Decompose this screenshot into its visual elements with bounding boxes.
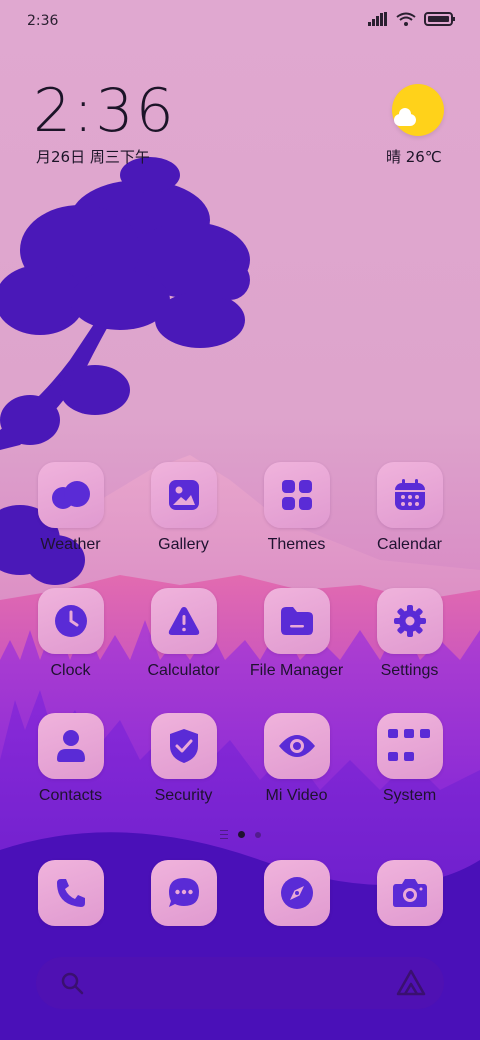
app-gallery-tile[interactable] [150,462,217,528]
app-label: Gallery [158,536,209,553]
app-themes[interactable]: Themes [240,462,353,554]
contacts-icon [56,730,85,762]
status-bar: 2:36 [0,0,480,44]
gallery-icon [168,480,199,510]
signal-icon [368,12,387,26]
eye-icon [278,735,315,757]
app-label: Clock [50,662,91,679]
dock-browser[interactable] [240,860,353,926]
weather-icon [51,481,90,509]
app-clock-tile[interactable] [37,588,104,654]
message-icon [168,878,199,907]
dock-camera[interactable] [353,860,466,926]
app-folder-system[interactable]: System [353,713,466,805]
app-label: Calendar [377,536,442,553]
page-dot-current[interactable] [237,831,245,838]
app-label: Mi Video [265,787,328,804]
clock-icon [54,605,87,637]
app-contacts-tile[interactable] [37,713,104,779]
themes-icon [281,480,312,510]
app-label: Settings [380,662,439,679]
app-label: Contacts [38,787,103,804]
app-weather-tile[interactable] [37,462,104,528]
search-bar[interactable] [36,957,444,1009]
camera-icon [392,879,427,907]
status-icons [368,12,456,26]
dock-phone[interactable] [14,860,127,926]
app-calendar[interactable]: Calendar [353,462,466,554]
calculator-icon [168,607,199,635]
app-file-manager[interactable]: File Manager [240,588,353,680]
app-label: Security [154,787,213,804]
clock-widget-time[interactable]: 2:36 [33,76,176,146]
app-gallery[interactable]: Gallery [127,462,240,554]
app-label: Themes [267,536,326,553]
app-weather[interactable]: Weather [14,462,127,554]
app-settings[interactable]: Settings [353,588,466,680]
app-themes-tile[interactable] [263,462,330,528]
app-folder-system-tile[interactable] [376,713,443,779]
wifi-icon [396,12,416,26]
app-file-manager-tile[interactable] [263,588,330,654]
cloud-icon [394,108,416,126]
shield-icon [169,729,198,763]
app-calculator-tile[interactable] [150,588,217,654]
app-security[interactable]: Security [127,713,240,805]
folder-grid-icon [387,729,430,761]
phone-icon [56,879,85,907]
battery-icon [424,12,455,26]
dock-messages[interactable] [127,860,240,926]
app-label: File Manager [249,662,344,679]
app-calculator[interactable]: Calculator [127,588,240,680]
weather-widget-text: 晴 26℃ [386,148,442,166]
home-screen: 2:36 2:36 月26日 周三下午 晴 26℃ Weather Galler… [0,0,480,1040]
app-label: Weather [40,536,101,553]
app-security-tile[interactable] [150,713,217,779]
gear-icon [393,605,426,637]
dock-messages-tile[interactable] [150,860,217,926]
app-mi-video[interactable]: Mi Video [240,713,353,805]
app-settings-tile[interactable] [376,588,443,654]
app-calendar-tile[interactable] [376,462,443,528]
clock-widget-date: 月26日 周三下午 [36,148,150,166]
page-indicator-menu[interactable] [219,830,228,839]
app-mi-video-tile[interactable] [263,713,330,779]
app-clock[interactable]: Clock [14,588,127,680]
dock-camera-tile[interactable] [376,860,443,926]
app-contacts[interactable]: Contacts [14,713,127,805]
status-time: 2:36 [27,13,59,29]
calendar-icon [394,479,425,510]
folder-icon [280,607,313,635]
app-label: System [382,787,437,804]
assistant-icon[interactable] [396,969,426,997]
dock-phone-tile[interactable] [37,860,104,926]
page-indicator[interactable] [0,830,480,839]
search-icon[interactable] [60,971,84,995]
page-dot[interactable] [254,831,261,838]
app-label: Calculator [147,662,220,679]
compass-icon [280,877,313,909]
dock-browser-tile[interactable] [263,860,330,926]
